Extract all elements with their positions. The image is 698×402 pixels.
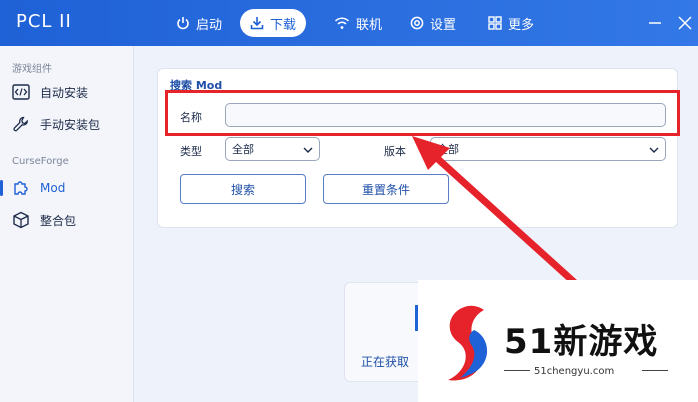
card-title: 搜索 Mod [170,79,223,92]
version-select[interactable]: 全部 [430,137,666,161]
nav-download-label: 下载 [270,17,297,33]
nav-settings-label: 设置 [430,17,457,33]
type-select-value: 全部 [232,143,254,156]
chevron-down-icon [649,147,659,153]
name-input[interactable] [225,103,666,127]
settings-icon [410,16,424,30]
nav-launch[interactable]: 启动 [166,9,232,37]
title-bar: PCL II 启动 下载 联机 设置 更多 [0,0,698,46]
code-file-icon [12,84,30,100]
app-title: PCL II [16,11,72,32]
watermark-divider-right [642,370,668,371]
search-button[interactable]: 搜索 [180,174,306,204]
type-select[interactable]: 全部 [225,137,320,161]
close-icon[interactable] [674,12,696,34]
watermark-brand: 51新游戏 [504,322,659,362]
section-game-components: 游戏组件 [12,64,52,75]
type-label: 类型 [180,145,202,158]
sidebar-item-label: 手动安装包 [40,117,101,132]
grid-icon [488,16,502,30]
sidebar-item-auto-install[interactable]: 自动安装 [0,78,134,106]
nav-more-label: 更多 [508,17,535,33]
nav-more[interactable]: 更多 [478,9,544,37]
active-indicator [0,180,3,196]
version-select-value: 全部 [437,143,459,156]
sidebar-item-label: 自动安装 [40,85,89,100]
minimize-icon[interactable] [644,12,666,34]
chevron-down-icon [303,147,313,153]
puzzle-icon [14,181,28,195]
name-label: 名称 [180,111,202,124]
nav-online[interactable]: 联机 [324,9,392,37]
box-icon [13,211,29,229]
download-icon [250,17,264,30]
section-curseforge: CurseForge [12,156,69,167]
watermark-url: 51chengyu.com [534,366,615,377]
version-label: 版本 [384,145,406,158]
watermark: 51新游戏 51chengyu.com [418,280,698,402]
sidebar: 游戏组件 自动安装 手动安装包 CurseForge Mod 整合包 [0,46,134,402]
brand-logo-icon [448,305,488,381]
nav-launch-label: 启动 [196,17,223,33]
sidebar-item-manual-install[interactable]: 手动安装包 [0,110,134,138]
sidebar-item-label: 整合包 [40,213,77,228]
power-icon [177,17,189,30]
sidebar-item-label: Mod [40,181,66,195]
search-card: 搜索 Mod 名称 类型 全部 版本 全部 搜索 重置条件 [157,68,678,228]
wifi-icon [334,17,350,29]
nav-download[interactable]: 下载 [240,9,307,37]
sidebar-item-mod[interactable]: Mod [0,174,134,202]
watermark-divider-left [504,370,530,371]
sidebar-item-modpack[interactable]: 整合包 [0,206,134,234]
loading-text: 正在获取 [361,355,410,369]
reset-button[interactable]: 重置条件 [323,174,449,204]
nav-settings[interactable]: 设置 [400,9,466,37]
wrench-icon [13,116,28,132]
nav-online-label: 联机 [356,17,383,33]
